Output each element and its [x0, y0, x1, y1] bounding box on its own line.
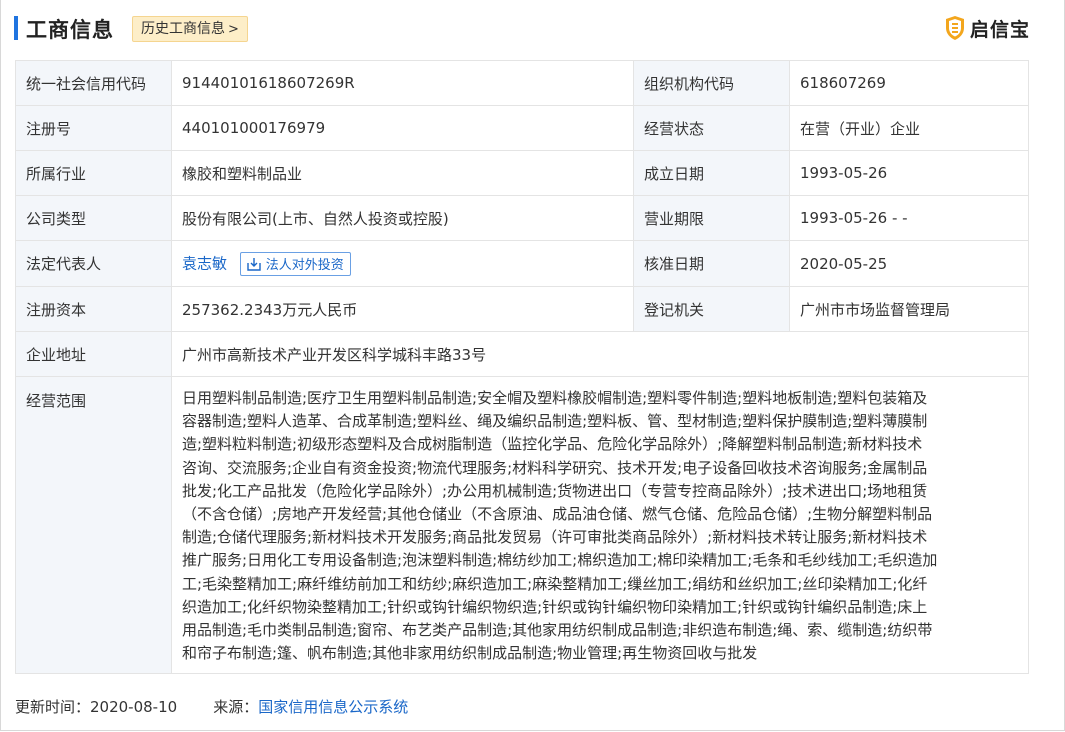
investment-button-label: 法人对外投资 [265, 258, 344, 273]
legal-rep-investment-button[interactable]: 法人对外投资 [239, 251, 351, 276]
qixinbao-shield-icon [945, 16, 964, 40]
brand-name: 启信宝 [969, 18, 1030, 41]
industry-value: 橡胶和塑料制品业 [171, 150, 634, 196]
scope-line: 咨询、交流服务;企业自有资金投资;物流代理服务;材料科学研究、技术开发;电子设备… [182, 458, 928, 477]
table-row: 统一社会信用代码 91440101618607269R 组织机构代码 61860… [15, 60, 1029, 106]
org-code-label: 组织机构代码 [633, 60, 790, 106]
scope-line: 工;毛染整精加工;麻纤维纺前加工和纺纱;麻织造加工;麻染整精加工;缫丝加工;绢纺… [182, 574, 928, 593]
scope-line: 日用塑料制品制造;医疗卫生用塑料制品制造;安全帽及塑料橡胶帽制造;塑料零件制造;… [182, 389, 928, 407]
table-row: 法定代表人 袁志敏 法人对外投资 核准日期 2020-05-25 [15, 240, 1029, 287]
scope-line: 批发;化工产品批发（危险化学品除外）;办公用机械制造;货物进出口（专营专控商品除… [182, 481, 928, 500]
table-row: 注册号 440101000176979 经营状态 在营（开业）企业 [15, 105, 1029, 151]
industry-label: 所属行业 [15, 150, 172, 196]
scope-value: 日用塑料制品制造;医疗卫生用塑料制品制造;安全帽及塑料橡胶帽制造;塑料零件制造;… [171, 375, 1029, 675]
company-type-label: 公司类型 [15, 195, 172, 241]
table-row: 企业地址 广州市高新技术产业开发区科学城科丰路33号 [15, 331, 1029, 377]
download-box-icon [247, 257, 261, 271]
source-label: 来源： [213, 698, 259, 716]
scope-label: 经营范围 [15, 375, 172, 675]
status-value: 在营（开业）企业 [789, 105, 1029, 151]
section-title: 工商信息 [26, 18, 114, 42]
capital-label: 注册资本 [15, 286, 172, 332]
credit-code-value: 91440101618607269R [171, 60, 634, 106]
scope-line: 用品制造;毛巾类制品制造;窗帘、布艺类产品制造;其他家用纺织制成品制造;非织造布… [182, 621, 933, 640]
reg-no-label: 注册号 [15, 105, 172, 151]
source-link[interactable]: 国家信用信息公示系统 [258, 698, 408, 716]
legal-rep-link[interactable]: 袁志敏 [182, 254, 227, 272]
scope-line: （不含仓储）;房地产开发经营;其他仓储业（不含原油、成品油仓储、燃气仓储、危险品… [182, 505, 933, 524]
history-button-label: 历史工商信息 [141, 21, 225, 37]
scope-line: 造;塑料粒料制造;初级形态塑料及合成树脂制造（监控化学品、危险化学品除外）;降解… [182, 435, 923, 454]
status-label: 经营状态 [633, 105, 790, 151]
company-type-value: 股份有限公司(上市、自然人投资或控股) [171, 195, 634, 241]
authority-label: 登记机关 [633, 286, 790, 332]
section-header: 工商信息 历史工商信息 > 启信宝 [14, 13, 1034, 45]
legal-rep-label: 法定代表人 [15, 240, 172, 287]
reg-no-value: 440101000176979 [171, 105, 634, 151]
founded-value: 1993-05-26 [789, 150, 1029, 196]
history-business-info-button[interactable]: 历史工商信息 > [132, 16, 248, 42]
brand-logo: 启信宝 [944, 14, 1030, 42]
table-row: 注册资本 257362.2343万元人民币 登记机关 广州市市场监督管理局 [15, 286, 1029, 332]
address-value: 广州市高新技术产业开发区科学城科丰路33号 [171, 331, 1029, 377]
authority-value: 广州市市场监督管理局 [789, 286, 1029, 332]
org-code-value: 618607269 [789, 60, 1029, 106]
updated-time: 更新时间：2020-08-10 [15, 698, 178, 716]
term-label: 营业期限 [633, 195, 790, 241]
scope-line: 和帘子布制造;篷、帆布制造;其他非家用纺织制成品制造;物业管理;再生物资回收与批… [182, 644, 758, 663]
founded-label: 成立日期 [633, 150, 790, 196]
table-row: 公司类型 股份有限公司(上市、自然人投资或控股) 营业期限 1993-05-26… [15, 195, 1029, 241]
scope-line: 织造加工;化纤织物染整精加工;针织或钩针编织物织造;针织或钩针编织物印染精加工;… [182, 597, 928, 616]
scope-line: 制造;仓储代理服务;新材料技术开发服务;商品批发贸易（许可审批类商品除外）;新材… [182, 528, 928, 547]
business-info-table: 统一社会信用代码 91440101618607269R 组织机构代码 61860… [15, 60, 1029, 675]
term-value: 1993-05-26 - - [789, 195, 1029, 241]
approval-date-label: 核准日期 [633, 240, 790, 287]
scope-line: 容器制造;塑料人造革、合成革制造;塑料丝、绳及编织品制造;塑料板、管、型材制造;… [182, 412, 928, 431]
capital-value: 257362.2343万元人民币 [171, 286, 634, 332]
scope-line: 推广服务;日用化工专用设备制造;泡沫塑料制造;棉纺纱加工;棉织造加工;棉印染精加… [182, 551, 938, 570]
footer: 更新时间：2020-08-10 来源：国家信用信息公示系统 [15, 696, 408, 717]
table-row: 所属行业 橡胶和塑料制品业 成立日期 1993-05-26 [15, 150, 1029, 196]
credit-code-label: 统一社会信用代码 [15, 60, 172, 106]
approval-date-value: 2020-05-25 [789, 240, 1029, 287]
legal-rep-cell: 袁志敏 法人对外投资 [171, 240, 634, 287]
chevron-right-icon: > [228, 22, 239, 37]
title-accent-bar [14, 16, 18, 40]
table-row: 经营范围 日用塑料制品制造;医疗卫生用塑料制品制造;安全帽及塑料橡胶帽制造;塑料… [15, 375, 1029, 675]
address-label: 企业地址 [15, 331, 172, 377]
